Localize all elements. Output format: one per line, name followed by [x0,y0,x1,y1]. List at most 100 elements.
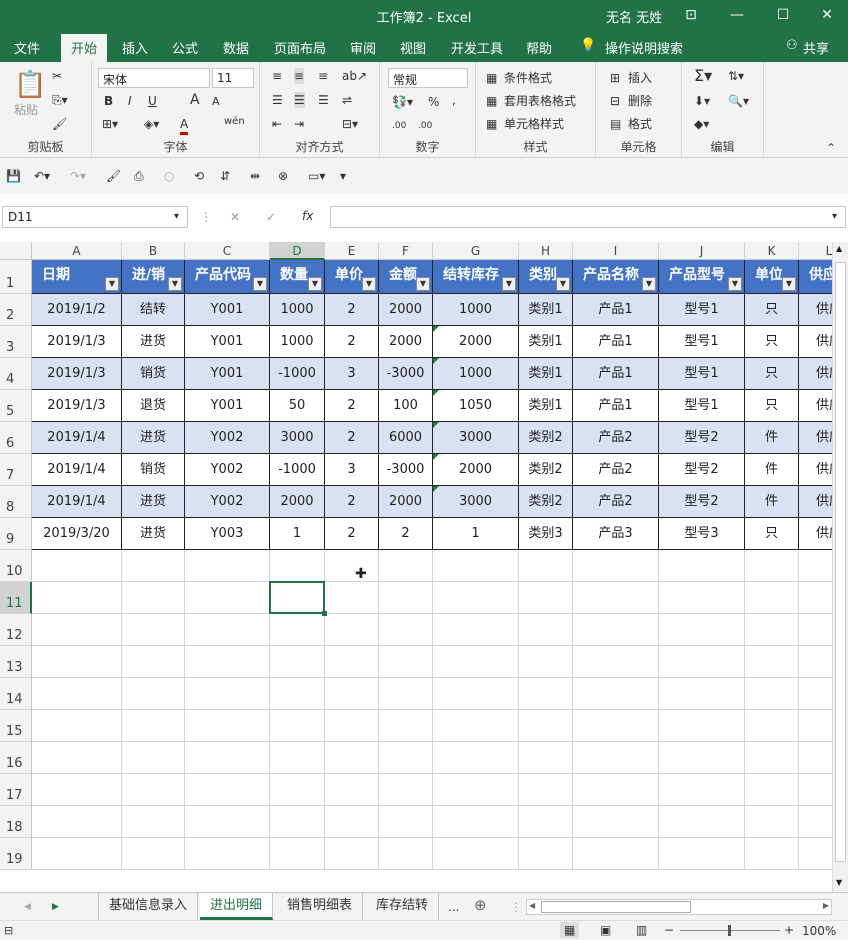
table-cell[interactable] [379,678,433,710]
table-cell[interactable] [270,646,325,678]
table-cell[interactable]: 100 [379,390,433,422]
table-cell[interactable] [379,646,433,678]
table-cell[interactable] [433,710,519,742]
table-cell[interactable]: 2019/3/20 [32,518,122,550]
redo-icon[interactable]: ↷▾ [70,168,86,184]
page-layout-view-icon[interactable]: ▣ [600,922,611,938]
table-cell[interactable]: Y002 [185,486,270,518]
table-cell[interactable] [270,550,325,582]
insert-cells-button[interactable]: 插入 [628,70,652,86]
table-cell[interactable]: 2019/1/2 [32,294,122,326]
header-cell[interactable]: 进/销 ▼ [122,260,185,294]
row-header-1[interactable]: 1 [0,260,32,294]
table-cell[interactable] [325,614,379,646]
header-cell[interactable]: 供应▼ [799,260,832,294]
table-cell[interactable] [122,774,185,806]
share-button[interactable]: 共享 [803,38,829,57]
table-cell[interactable] [379,582,433,614]
table-cell[interactable]: 件 [745,454,799,486]
paste-icon[interactable]: 📋 [14,70,46,100]
collapse-ribbon-icon[interactable]: ⌃ [826,140,836,156]
format-table-icon[interactable]: ▦ [486,93,497,109]
table-cell[interactable] [379,774,433,806]
table-cell[interactable]: 产品1 [573,390,659,422]
cell-styles-icon[interactable]: ▦ [486,116,497,132]
filter-dropdown-icon[interactable]: ▼ [728,277,742,291]
row-header-6[interactable]: 6 [0,422,32,454]
vertical-scroll-thumb[interactable] [835,262,846,862]
table-cell[interactable]: 2 [325,518,379,550]
table-cell[interactable]: 1050 [433,390,519,422]
table-cell[interactable]: 2019/1/3 [32,358,122,390]
table-cell[interactable]: Y001 [185,390,270,422]
zoom-level[interactable]: 100% [802,923,836,939]
table-cell[interactable] [122,710,185,742]
table-cell[interactable] [379,550,433,582]
table-cell[interactable] [325,710,379,742]
zoom-in-icon[interactable]: + [784,922,794,938]
table-cell[interactable]: 2 [325,326,379,358]
table-cell[interactable] [379,838,433,870]
column-header-l[interactable]: L [799,242,832,260]
table-cell[interactable] [433,806,519,838]
tab-home[interactable]: 开始 [61,34,108,62]
table-cell[interactable]: 供应 [799,390,832,422]
table-cell[interactable] [379,806,433,838]
fill-handle[interactable] [322,611,327,616]
table-cell[interactable] [122,582,185,614]
conditional-format-button[interactable]: 条件格式 [504,70,552,86]
row-header-2[interactable]: 2 [0,294,32,326]
more-sheets-button[interactable]: ... [448,899,459,915]
row-header-19[interactable]: 19 [0,838,32,870]
row-header-7[interactable]: 7 [0,454,32,486]
table-cell[interactable] [325,646,379,678]
name-box-dropdown-icon[interactable]: ▾ [174,209,179,225]
prev-sheet-icon[interactable]: ◀ [24,899,31,915]
italic-button[interactable]: I [128,93,132,109]
table-cell[interactable]: 销货 [122,358,185,390]
table-cell[interactable] [799,742,832,774]
table-cell[interactable] [573,582,659,614]
decrease-decimal-button[interactable]: .00 [418,118,432,134]
merge-center-icon[interactable]: ⊟▾ [342,116,358,132]
table-cell[interactable] [745,678,799,710]
zoom-out-icon[interactable]: − [664,922,674,938]
column-header-i[interactable]: I [573,242,659,260]
table-cell[interactable]: 件 [745,422,799,454]
header-cell[interactable]: 产品名称 ▼ [573,260,659,294]
table-cell[interactable]: 产品2 [573,486,659,518]
table-cell[interactable]: 2000 [379,326,433,358]
table-cell[interactable]: 型号1 [659,294,745,326]
enter-icon[interactable]: ✓ [266,209,276,225]
column-header-a[interactable]: A [32,242,122,260]
table-cell[interactable] [122,614,185,646]
undo-icon[interactable]: ↶▾ [34,168,50,184]
table-cell[interactable]: 类别1 [519,294,573,326]
tab-review[interactable]: 审阅 [350,38,376,57]
table-cell[interactable] [270,838,325,870]
insert-cells-icon[interactable]: ⊞ [610,70,620,86]
table-cell[interactable] [745,806,799,838]
column-header-b[interactable]: B [122,242,185,260]
table-cell[interactable] [799,806,832,838]
sheet-tab-basic-info[interactable]: 基础信息录入 [98,893,199,920]
table-cell[interactable] [185,582,270,614]
table-cell[interactable] [325,774,379,806]
table-cell[interactable] [270,774,325,806]
table-cell[interactable]: 供应 [799,294,832,326]
table-cell[interactable]: 2 [325,294,379,326]
table-cell[interactable]: 类别3 [519,518,573,550]
table-cell[interactable] [799,614,832,646]
table-cell[interactable] [519,646,573,678]
table-cell[interactable] [32,678,122,710]
table-cell[interactable] [659,774,745,806]
row-header-12[interactable]: 12 [0,614,32,646]
increase-indent-icon[interactable]: ⇥ [294,116,304,132]
table-cell[interactable]: 供应 [799,518,832,550]
font-color-button[interactable]: A [180,116,189,135]
table-cell[interactable] [433,614,519,646]
filter-dropdown-icon[interactable]: ▼ [642,277,656,291]
cell-styles-button[interactable]: 单元格样式 [504,116,564,132]
table-cell[interactable]: 供应 [799,454,832,486]
number-format-select[interactable]: 常规 [388,68,468,88]
